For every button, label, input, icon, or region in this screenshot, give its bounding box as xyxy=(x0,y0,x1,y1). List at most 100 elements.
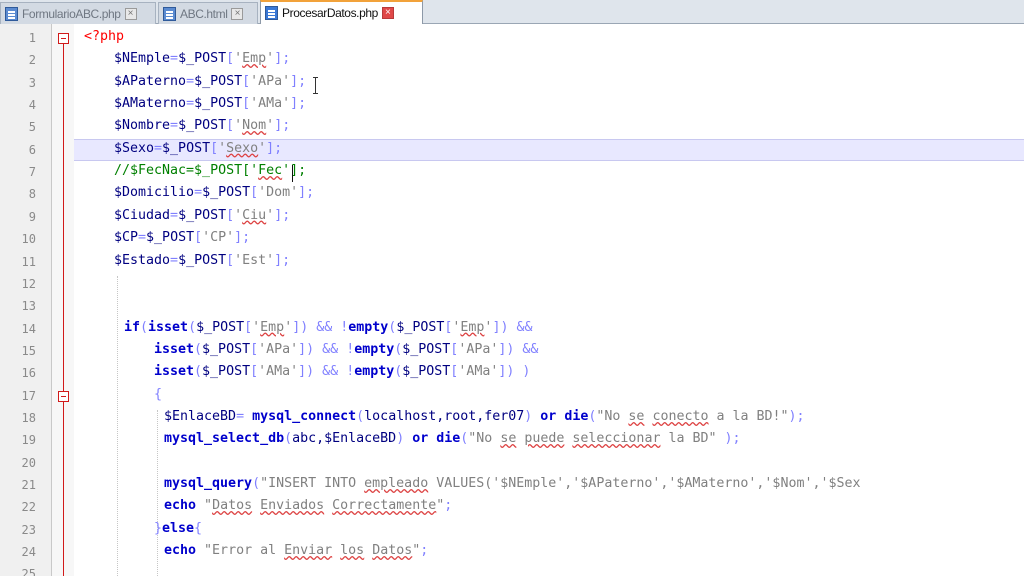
code-line[interactable]: //$FecNac=$_POST['Fec']; xyxy=(114,163,306,178)
code-token: Correctamente xyxy=(332,498,437,514)
fold-line xyxy=(63,42,64,576)
code-line[interactable]: $NEmple=$_POST['Emp']; xyxy=(114,51,290,66)
code-line[interactable]: $Domicilio=$_POST['Dom']; xyxy=(114,185,314,200)
html-file-icon xyxy=(163,6,176,21)
code-line[interactable]: $Nombre=$_POST['Nom']; xyxy=(114,118,290,133)
tab-label: ProcesarDatos.php xyxy=(282,6,378,20)
code-token: $_POST xyxy=(194,73,243,89)
code-line[interactable]: isset($_POST['AMa']) && !empty($_POST['A… xyxy=(154,364,530,379)
line-number: 18 xyxy=(21,410,36,425)
indent-guide xyxy=(157,410,158,576)
code-token: ( xyxy=(140,319,149,335)
code-token: 'APa' xyxy=(458,341,499,357)
code-line[interactable]: echo "Datos Enviados Correctamente"; xyxy=(164,498,452,513)
code-line[interactable]: if(isset($_POST['Emp']) && !empty($_POST… xyxy=(124,320,532,335)
code-line[interactable]: $EnlaceBD= mysql_connect(localhost,root,… xyxy=(164,409,805,424)
code-token: $CP xyxy=(114,230,139,246)
code-token: Emp xyxy=(260,319,285,335)
code-token: 'APa' xyxy=(250,73,291,89)
close-icon[interactable]: × xyxy=(231,7,244,20)
tab-abc-html[interactable]: ABC.html × xyxy=(158,2,258,24)
code-token: ( xyxy=(284,431,293,447)
code-token: = xyxy=(186,73,195,89)
line-number: 11 xyxy=(21,254,36,269)
code-token: [ xyxy=(226,207,235,223)
text-caret xyxy=(292,165,293,182)
code-token: die xyxy=(564,408,589,424)
code-line[interactable]: echo "Error al Enviar los Datos"; xyxy=(164,543,428,558)
tab-procesardatos[interactable]: ProcesarDatos.php × xyxy=(260,0,423,24)
code-token: $_POST xyxy=(178,252,227,268)
code-line[interactable]: $Sexo=$_POST['Sexo']; xyxy=(114,141,282,156)
code-token: " xyxy=(204,498,213,514)
code-token: ]) && xyxy=(298,341,347,357)
code-token: = xyxy=(170,118,179,134)
code-token: empty xyxy=(354,364,395,380)
code-token: die xyxy=(436,431,461,447)
code-line[interactable]: isset($_POST['APa']) && !empty($_POST['A… xyxy=(154,342,538,357)
code-token: } xyxy=(154,520,163,536)
code-token: ]; xyxy=(290,96,307,112)
code-token: = xyxy=(194,185,203,201)
code-line[interactable]: $Ciudad=$_POST['Ciu']; xyxy=(114,208,290,223)
code-token: [ xyxy=(244,319,253,335)
code-line[interactable]: $AMaterno=$_POST['AMa']; xyxy=(114,96,306,111)
code-token: ' xyxy=(218,140,227,156)
tab-bar: FormularioABC.php × ABC.html × ProcesarD… xyxy=(0,0,1024,24)
code-token: se xyxy=(500,431,517,447)
code-token: ! xyxy=(346,364,355,380)
code-token: = xyxy=(170,207,179,223)
code-token: 'Dom' xyxy=(258,185,299,201)
code-token: ( xyxy=(188,319,197,335)
code-token: isset xyxy=(154,364,195,380)
line-number: 25 xyxy=(21,567,36,576)
code-editor[interactable]: 1 <?php 2 $NEmple=$_POST['Emp']; 3 $APaterno=… xyxy=(0,24,1024,576)
code-line[interactable]: <?php xyxy=(84,29,124,44)
code-token: ; xyxy=(444,498,453,514)
code-token: [ xyxy=(242,73,251,89)
code-token: $_POST xyxy=(194,96,243,112)
line-number: 16 xyxy=(21,366,36,381)
code-token: ! xyxy=(346,341,355,357)
code-line[interactable]: mysql_select_db(abc,$EnlaceBD) or die("N… xyxy=(164,431,741,446)
code-line[interactable]: $CP=$_POST['CP']; xyxy=(114,230,250,245)
code-token: 'CP' xyxy=(202,230,235,246)
code-line[interactable]: { xyxy=(154,387,162,402)
code-token: ' xyxy=(266,207,275,223)
close-icon[interactable]: × xyxy=(381,7,394,19)
indent-guide xyxy=(117,276,118,576)
fold-toggle-icon[interactable] xyxy=(58,391,69,402)
code-token: = xyxy=(186,96,195,112)
line-number: 13 xyxy=(21,299,36,314)
code-line[interactable]: $APaterno=$_POST['APa']; xyxy=(114,74,306,89)
code-token: empleado xyxy=(364,476,429,491)
code-token: ' xyxy=(234,207,243,223)
code-token: ' xyxy=(252,319,261,335)
code-token: $APaterno xyxy=(114,73,187,89)
code-token: = xyxy=(170,252,179,268)
code-token: a la BD!" xyxy=(708,408,789,424)
code-token: seleccionar xyxy=(572,431,661,447)
code-line[interactable]: $Estado=$_POST['Est']; xyxy=(114,253,290,268)
code-token: mysql_connect xyxy=(252,408,357,424)
code-token: 'Est' xyxy=(234,252,275,268)
line-number: 5 xyxy=(28,120,36,135)
code-token: [ xyxy=(226,51,235,67)
code-token: abc,$EnlaceBD xyxy=(292,431,397,447)
code-line[interactable]: mysql_query("INSERT INTO empleado VALUES… xyxy=(164,476,861,491)
code-token: ]) && xyxy=(498,341,539,357)
tab-formularioabc[interactable]: FormularioABC.php × xyxy=(0,2,156,24)
fold-toggle-icon[interactable] xyxy=(58,33,69,44)
close-icon[interactable]: × xyxy=(124,7,137,20)
code-token: VALUES('$NEmple','$APaterno','$AMaterno'… xyxy=(428,476,861,491)
code-token: "Error al xyxy=(204,543,285,559)
code-line[interactable]: }else{ xyxy=(154,521,202,536)
line-number: 1 xyxy=(28,31,36,45)
code-token: ' xyxy=(284,319,293,335)
code-token: or xyxy=(540,408,557,424)
code-token: ]) && xyxy=(492,319,533,335)
code-token: Datos xyxy=(372,543,413,559)
